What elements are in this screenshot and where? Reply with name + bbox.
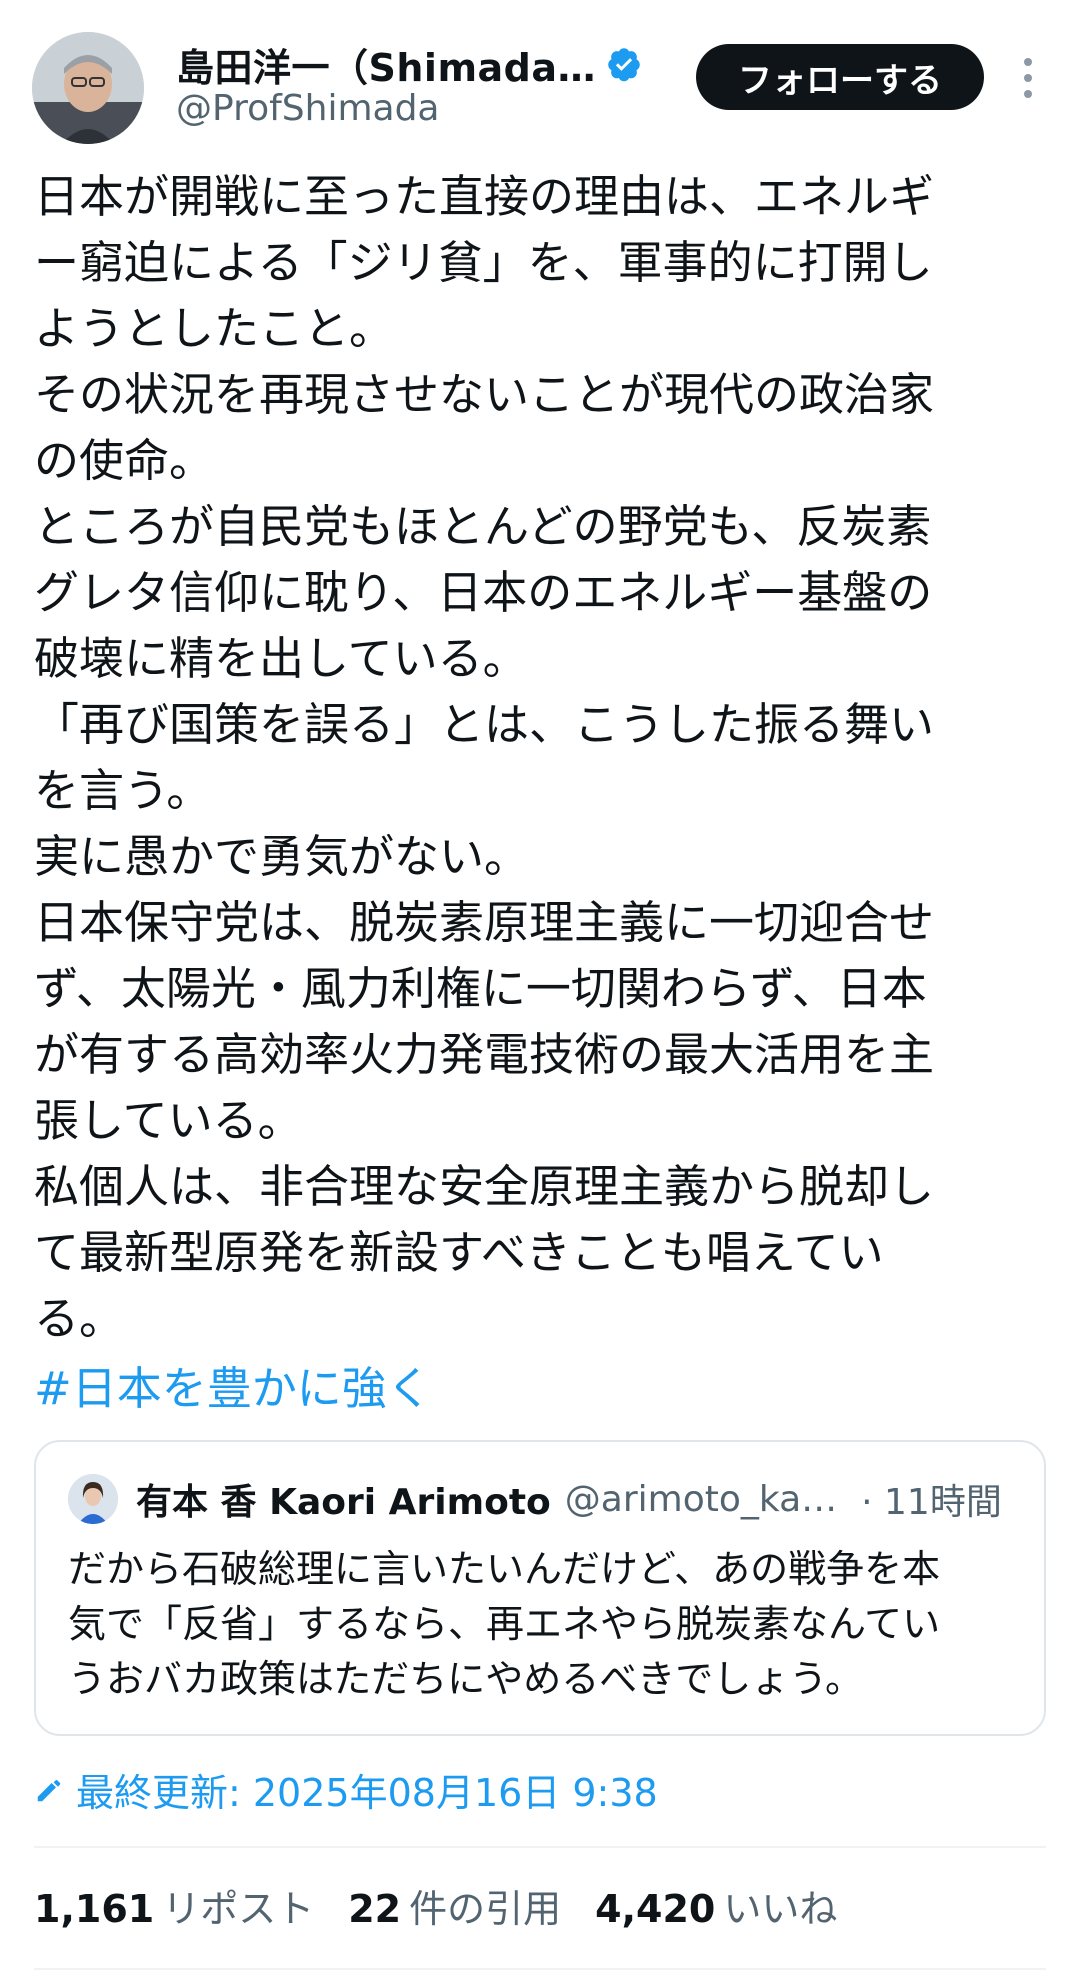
quoted-author-name: 有本 香 Kaori Arimoto xyxy=(136,1482,551,1523)
likes-count: 4,420 xyxy=(595,1887,716,1931)
quotes-count: 22 xyxy=(348,1887,402,1931)
quoted-tweet-card[interactable]: 有本 香 Kaori Arimoto @arimoto_ka… · 11時間 だ… xyxy=(34,1440,1046,1736)
author-avatar[interactable] xyxy=(32,32,144,144)
tweet-header: 島田洋一（Shimada… @ProfShimada フォローする xyxy=(0,0,1080,150)
pencil-icon xyxy=(37,1779,61,1801)
divider xyxy=(34,1846,1046,1848)
reposts-count: 1,161 xyxy=(34,1887,155,1931)
likes-stat[interactable]: 4,420 いいね xyxy=(595,1878,837,1933)
last-edited-label: 最終更新: 2025年08月16日 9:38 xyxy=(76,1771,658,1815)
last-edited-link[interactable]: 最終更新: 2025年08月16日 9:38 xyxy=(34,1762,658,1817)
author-name-row: 島田洋一（Shimada… xyxy=(176,36,642,92)
verified-badge-icon xyxy=(608,48,640,82)
reposts-label: リポスト xyxy=(162,1887,315,1931)
divider xyxy=(34,1968,1046,1970)
quoted-tweet-time: · 11時間 xyxy=(861,1482,1002,1523)
author-display-name[interactable]: 島田洋一（Shimada… xyxy=(176,37,596,92)
likes-label: いいね xyxy=(723,1887,838,1931)
engagement-stats: 1,161 リポスト 22 件の引用 4,420 いいね xyxy=(34,1878,871,1933)
quoted-author-handle: @arimoto_ka… xyxy=(564,1478,838,1520)
more-options-icon[interactable] xyxy=(1010,56,1046,100)
author-handle[interactable]: @ProfShimada xyxy=(176,88,440,129)
quotes-label: 件の引用 xyxy=(409,1887,562,1931)
tweet-body-text: 日本が開戦に至った直接の理由は、エネルギ ー窮迫による「ジリ貧」を、軍事的に打開… xyxy=(34,170,935,1345)
quoted-author-avatar xyxy=(68,1474,118,1524)
reposts-stat[interactable]: 1,161 リポスト xyxy=(34,1878,314,1933)
quoted-tweet-header: 有本 香 Kaori Arimoto @arimoto_ka… · 11時間 xyxy=(136,1472,1002,1526)
quoted-tweet-text: だから石破総理に言いたいんだけど、あの戦争を本 気で「反省」するなら、再エネやら… xyxy=(68,1547,941,1701)
follow-button[interactable]: フォローする xyxy=(696,44,984,110)
hashtag-link[interactable]: #日本を豊かに強く xyxy=(34,1356,432,1422)
quotes-stat[interactable]: 22 件の引用 xyxy=(348,1878,561,1933)
